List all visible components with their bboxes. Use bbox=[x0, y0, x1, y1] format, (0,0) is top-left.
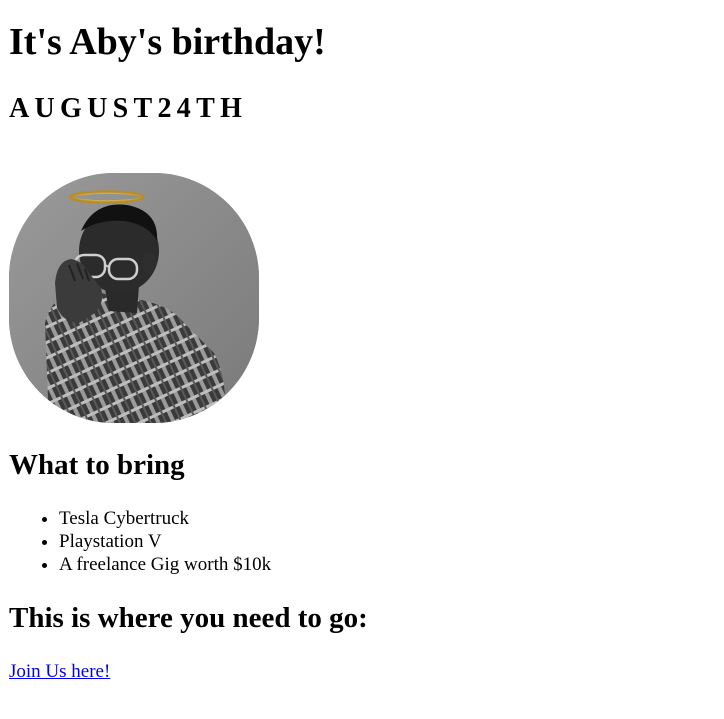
what-to-bring-heading: What to bring bbox=[9, 449, 185, 481]
directions-heading: This is where you need to go: bbox=[9, 602, 368, 634]
portrait-photo-icon bbox=[9, 173, 259, 423]
birthday-photo bbox=[9, 173, 259, 423]
bring-list: Tesla Cybertruck Playstation V A freelan… bbox=[9, 507, 271, 576]
list-item: A freelance Gig worth $10k bbox=[59, 553, 271, 576]
join-us-link[interactable]: Join Us here! bbox=[9, 660, 110, 683]
page-title: It's Aby's birthday! bbox=[9, 21, 326, 63]
list-item: Playstation V bbox=[59, 530, 271, 553]
list-item: Tesla Cybertruck bbox=[59, 507, 271, 530]
event-date: AUGUST24TH bbox=[9, 93, 248, 124]
